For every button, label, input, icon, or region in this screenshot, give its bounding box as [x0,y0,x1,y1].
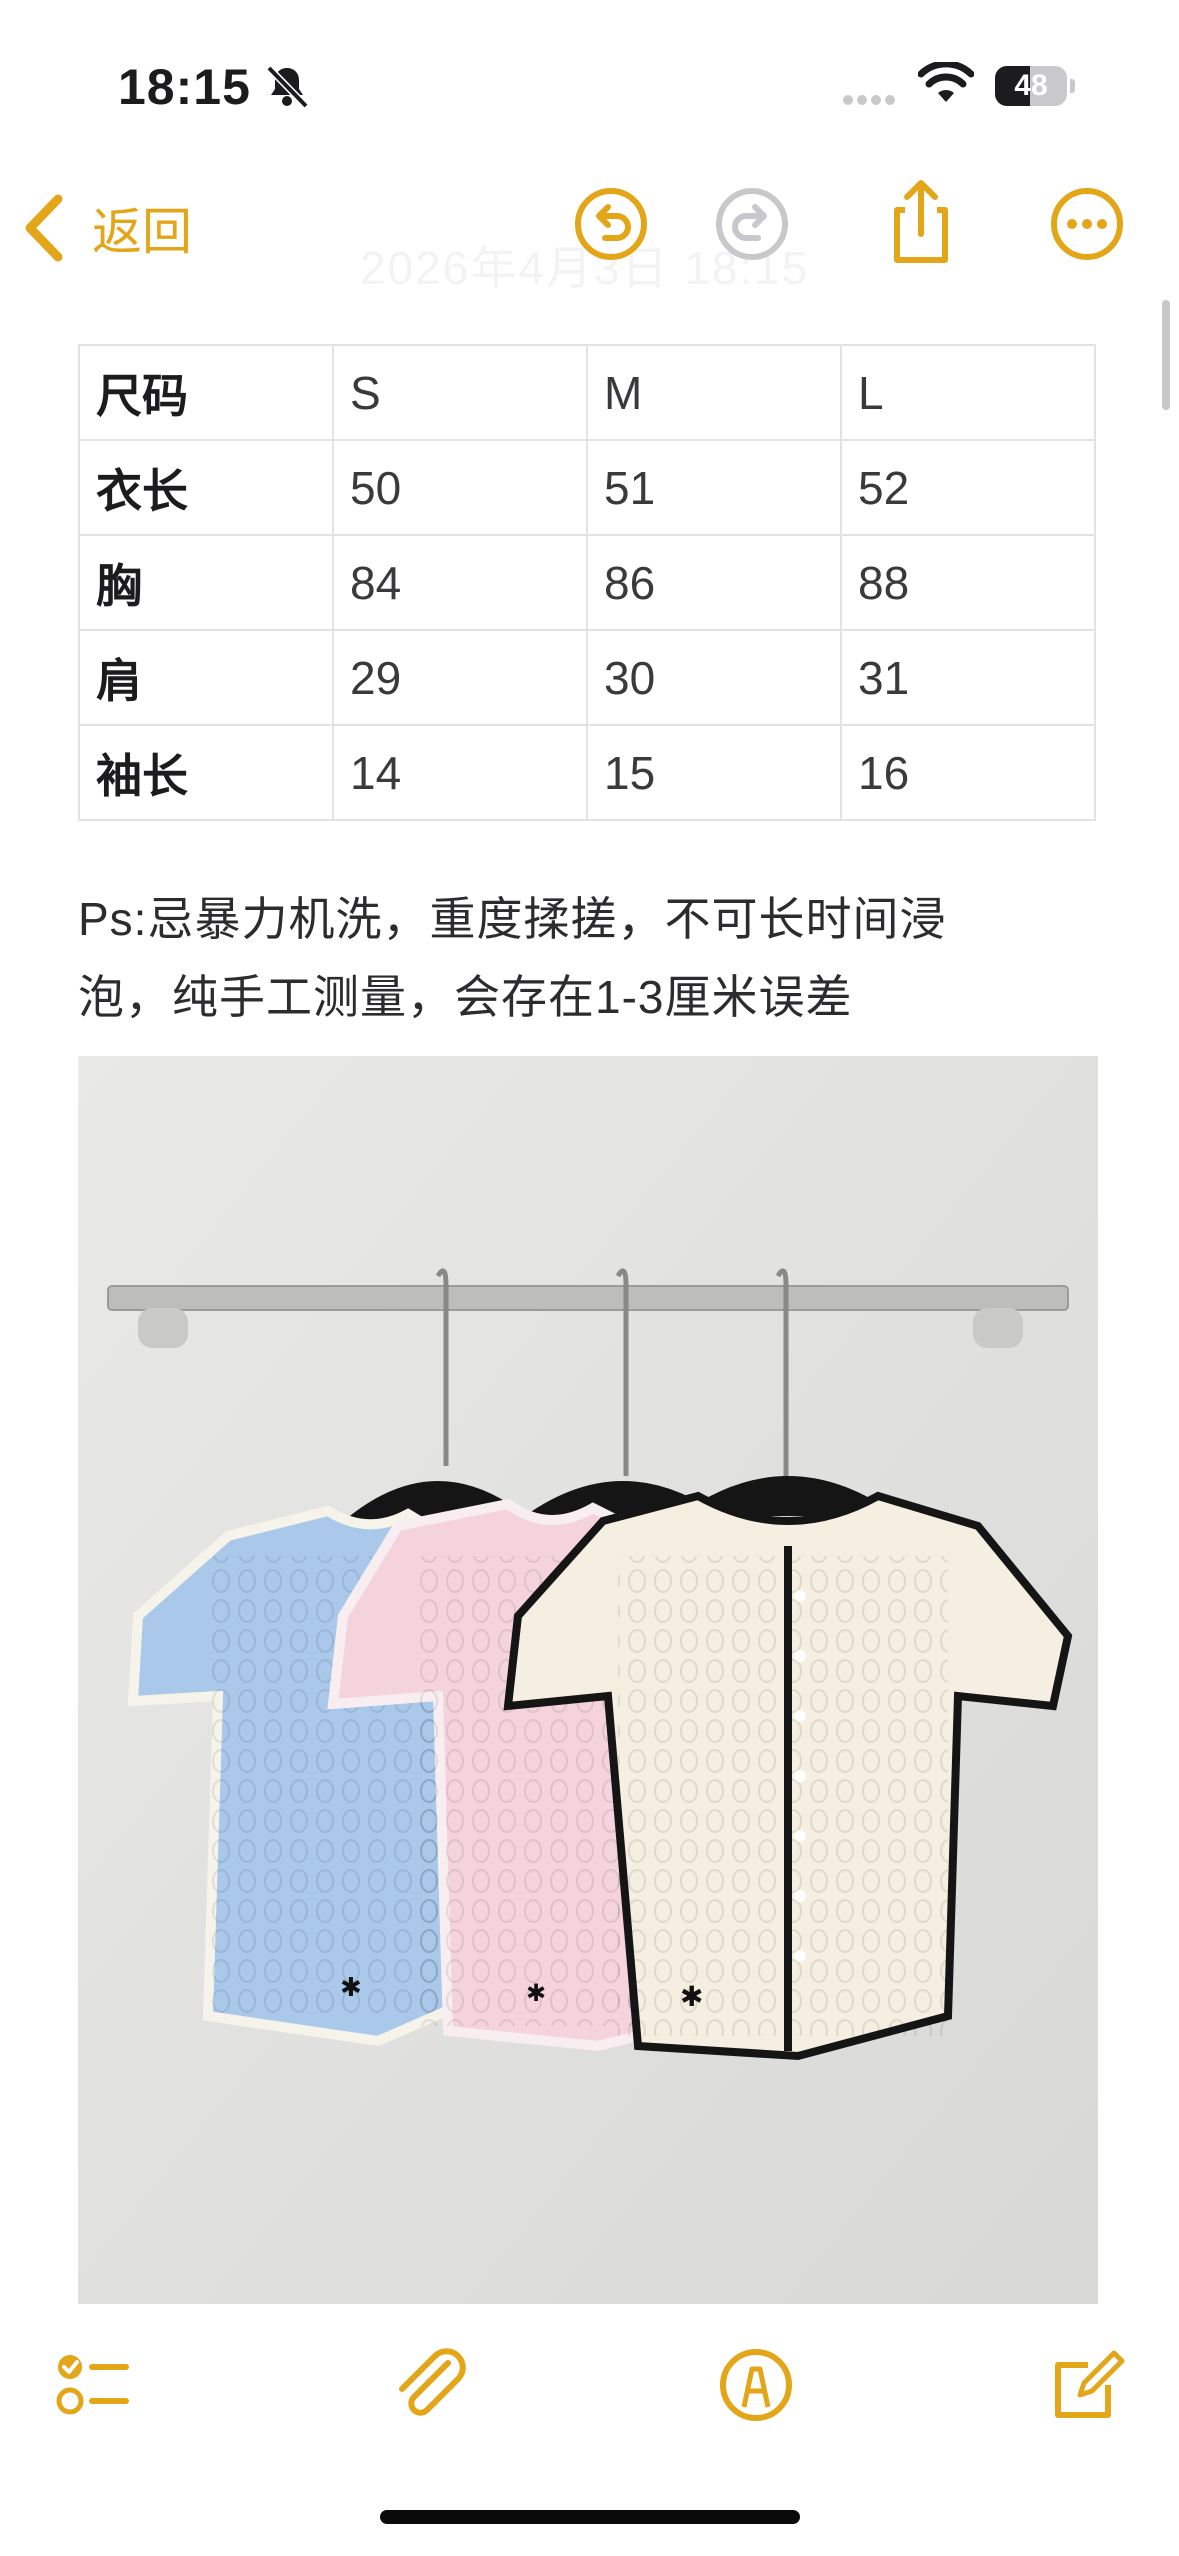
scrollbar[interactable] [1162,300,1170,410]
table-cell: 29 [332,629,588,726]
table-cell: 胸 [78,534,334,631]
cellular-signal-icon [843,92,899,110]
bell-slash-icon [266,65,309,109]
table-cell: M [586,344,842,441]
status-time: 18:15 [118,59,251,115]
note-text[interactable]: Ps:忌暴力机洗，重度揉搓，不可长时间浸 泡，纯手工测量，会存在1-3厘米误差 [78,880,1078,1036]
table-row: 衣长 50 51 52 [78,439,1096,536]
back-button[interactable]: 返回 [20,188,192,268]
table-cell: 14 [332,724,588,821]
size-table: 尺码 S M L 衣长 50 51 52 胸 84 86 88 肩 29 30 … [78,344,1096,821]
table-cell: 86 [586,534,842,631]
svg-text:✱: ✱ [526,1979,546,2007]
table-cell: 15 [586,724,842,821]
table-cell: 52 [840,439,1096,536]
table-row: 胸 84 86 88 [78,534,1096,631]
table-cell: S [332,344,588,441]
table-row: 肩 29 30 31 [78,629,1096,726]
note-line: Ps:忌暴力机洗，重度揉搓，不可长时间浸 [78,893,947,945]
checklist-icon[interactable] [52,2345,132,2425]
table-row: 尺码 S M L [78,344,1096,441]
table-cell: 袖长 [78,724,334,821]
table-cell: 16 [840,724,1096,821]
attachment-icon[interactable] [390,2345,470,2425]
compose-icon[interactable] [1050,2345,1130,2425]
note-line: 泡，纯手工测量，会存在1-3厘米误差 [78,971,853,1023]
table-cell: 衣长 [78,439,334,536]
table-cell: L [840,344,1096,441]
table-cell: 84 [332,534,588,631]
table-cell: 50 [332,439,588,536]
table-cell: 肩 [78,629,334,726]
table-cell: 51 [586,439,842,536]
home-indicator[interactable] [380,2510,800,2524]
table-row: 袖长 14 15 16 [78,724,1096,821]
svg-text:✱: ✱ [340,1973,362,2003]
table-cell: 30 [586,629,842,726]
table-cell: 88 [840,534,1096,631]
wifi-icon [918,62,974,102]
redo-icon[interactable] [711,183,793,265]
markup-icon[interactable] [716,2345,796,2425]
table-cell: 尺码 [78,344,334,441]
more-icon[interactable] [1046,183,1128,265]
table-cell: 31 [840,629,1096,726]
battery-indicator: 48 [995,66,1075,108]
battery-level-text: 48 [1014,69,1048,102]
product-photo[interactable]: ✱ ✱ ✱ [78,1056,1098,2304]
chevron-left-icon [25,194,63,262]
back-label: 返回 [92,204,192,260]
share-icon[interactable] [880,178,962,266]
svg-text:✱: ✱ [680,1980,703,2013]
undo-icon[interactable] [570,183,652,265]
